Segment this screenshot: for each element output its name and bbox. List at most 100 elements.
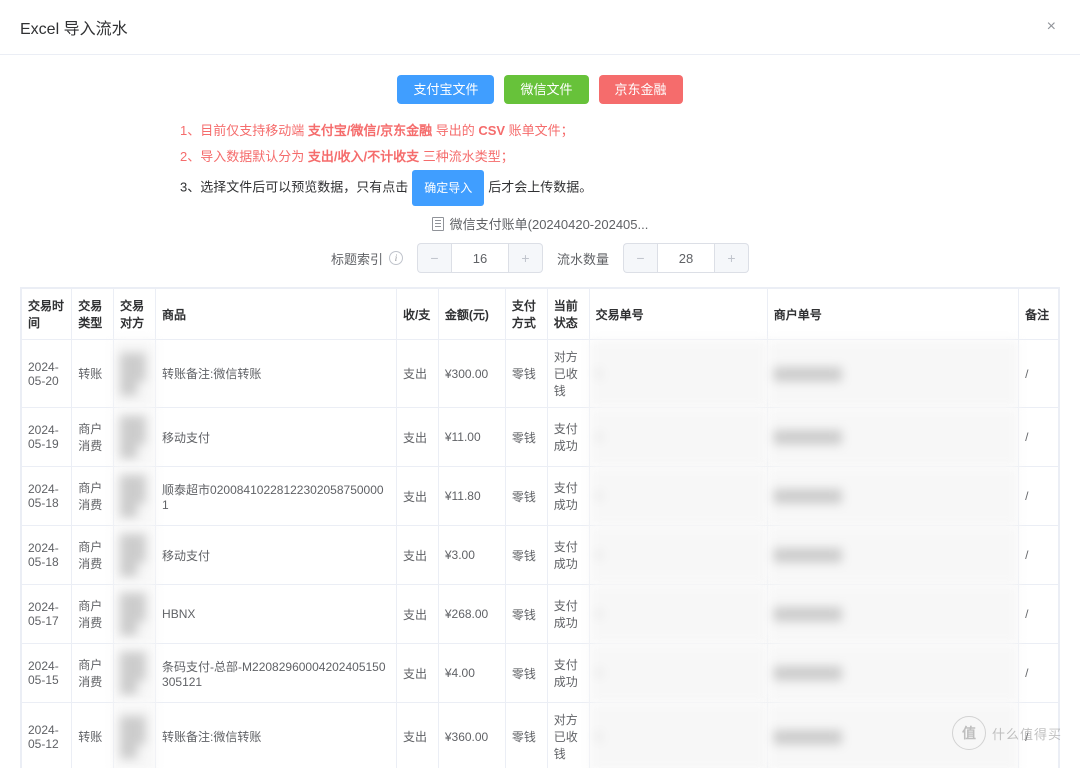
cell-goods: 移动支付 [156, 526, 397, 585]
wechat-file-button[interactable]: 微信文件 [504, 75, 588, 104]
cell-mxno: ████████ [767, 644, 1018, 703]
cell-status: 支付成功 [547, 526, 589, 585]
cell-party: ████████ [114, 526, 156, 585]
info-icon[interactable]: i [389, 251, 403, 265]
col-mxno-header: 商户单号 [767, 289, 1018, 340]
col-goods-header: 商品 [156, 289, 397, 340]
cell-status: 对方已收钱 [547, 340, 589, 408]
note-3: 3、选择文件后可以预览数据，只有点击确定导入后才会上传数据。 [180, 170, 900, 206]
cell-note: / [1019, 585, 1059, 644]
cell-time: 2024-05-19 [22, 408, 72, 467]
cell-mxno: ████████ [767, 467, 1018, 526]
file-icon [432, 217, 444, 231]
cell-txno: 4 [589, 408, 767, 467]
cell-goods: 顺泰超市020084102281223020587500001 [156, 467, 397, 526]
watermark-text: 什么值得买 [992, 724, 1062, 743]
cell-goods: 转账备注:微信转账 [156, 703, 397, 768]
modal-title: Excel 导入流水 [20, 15, 128, 39]
cell-mxno: ████████ [767, 526, 1018, 585]
note-2: 2、导入数据默认分为 支出/收入/不计收支 三种流水类型； [180, 144, 900, 170]
col-amount-header: 金额(元) [438, 289, 505, 340]
watermark-icon: 值 [952, 716, 986, 750]
cell-mxno: ████████ [767, 408, 1018, 467]
cell-goods: HBNX [156, 585, 397, 644]
cell-amount: ¥11.80 [438, 467, 505, 526]
cell-party: ████████ [114, 340, 156, 408]
count-input[interactable] [657, 243, 715, 273]
cell-mxno: ████████ [767, 585, 1018, 644]
cell-amount: ¥3.00 [438, 526, 505, 585]
cell-party: ████████ [114, 585, 156, 644]
cell-status: 支付成功 [547, 467, 589, 526]
cell-time: 2024-05-18 [22, 526, 72, 585]
file-type-buttons: 支付宝文件 微信文件 京东金融 [20, 75, 1060, 104]
cell-amount: ¥360.00 [438, 703, 505, 768]
count-minus[interactable]: − [623, 243, 657, 273]
controls-row: 标题索引 i − + 流水数量 − + [20, 243, 1060, 273]
alipay-file-button[interactable]: 支付宝文件 [397, 75, 494, 104]
cell-dir: 支出 [396, 467, 438, 526]
cell-type: 转账 [72, 703, 114, 768]
col-pay-header: 支付方式 [505, 289, 547, 340]
cell-note: / [1019, 340, 1059, 408]
table-row: 2024-05-20转账████████转账备注:微信转账支出¥300.00零钱… [22, 340, 1059, 408]
cell-type: 转账 [72, 340, 114, 408]
preview-table: 交易时间 交易类型 交易对方 商品 收/支 金额(元) 支付方式 当前状态 交易… [20, 287, 1060, 768]
cell-txno: 5 [589, 340, 767, 408]
cell-pay: 零钱 [505, 408, 547, 467]
cell-party: ████████ [114, 467, 156, 526]
cell-txno: 4 [589, 526, 767, 585]
cell-note: / [1019, 526, 1059, 585]
cell-dir: 支出 [396, 408, 438, 467]
cell-time: 2024-05-18 [22, 467, 72, 526]
col-party-header: 交易对方 [114, 289, 156, 340]
import-modal: Excel 导入流水 × 支付宝文件 微信文件 京东金融 1、目前仅支持移动端 … [0, 0, 1080, 768]
col-type-header: 交易类型 [72, 289, 114, 340]
confirm-import-button[interactable]: 确定导入 [412, 170, 484, 206]
modal-header: Excel 导入流水 × [0, 0, 1080, 55]
table-row: 2024-05-12转账████████转账备注:微信转账支出¥360.00零钱… [22, 703, 1059, 768]
cell-status: 支付成功 [547, 408, 589, 467]
cell-txno: 4 [589, 644, 767, 703]
count-stepper: − + [623, 243, 749, 273]
cell-party: ████████ [114, 408, 156, 467]
cell-txno: 4 [589, 585, 767, 644]
col-note-header: 备注 [1019, 289, 1059, 340]
title-index-input[interactable] [451, 243, 509, 273]
cell-type: 商户消费 [72, 526, 114, 585]
file-name-line: 微信支付账单(20240420-202405... [20, 214, 1060, 233]
title-index-minus[interactable]: − [417, 243, 451, 273]
title-index-label: 标题索引 i [331, 249, 403, 268]
jd-file-button[interactable]: 京东金融 [599, 75, 683, 104]
cell-dir: 支出 [396, 340, 438, 408]
cell-type: 商户消费 [72, 408, 114, 467]
cell-pay: 零钱 [505, 526, 547, 585]
cell-status: 支付成功 [547, 585, 589, 644]
col-status-header: 当前状态 [547, 289, 589, 340]
cell-pay: 零钱 [505, 340, 547, 408]
cell-note: / [1019, 467, 1059, 526]
cell-note: / [1019, 408, 1059, 467]
cell-time: 2024-05-15 [22, 644, 72, 703]
cell-goods: 移动支付 [156, 408, 397, 467]
close-icon[interactable]: × [1043, 19, 1060, 35]
note-1: 1、目前仅支持移动端 支付宝/微信/京东金融 导出的 CSV 账单文件； [180, 118, 900, 144]
title-index-stepper: − + [417, 243, 543, 273]
cell-amount: ¥4.00 [438, 644, 505, 703]
col-dir-header: 收/支 [396, 289, 438, 340]
file-name: 微信支付账单(20240420-202405... [450, 214, 649, 233]
table-row: 2024-05-18商户消费████████顺泰超市02008410228122… [22, 467, 1059, 526]
cell-pay: 零钱 [505, 467, 547, 526]
cell-pay: 零钱 [505, 644, 547, 703]
count-plus[interactable]: + [715, 243, 749, 273]
cell-time: 2024-05-20 [22, 340, 72, 408]
cell-pay: 零钱 [505, 585, 547, 644]
cell-time: 2024-05-17 [22, 585, 72, 644]
cell-type: 商户消费 [72, 585, 114, 644]
cell-amount: ¥268.00 [438, 585, 505, 644]
cell-party: ████████ [114, 703, 156, 768]
col-time-header: 交易时间 [22, 289, 72, 340]
table-row: 2024-05-15商户消费████████条码支付-总部-M220829600… [22, 644, 1059, 703]
cell-mxno: ████████ [767, 340, 1018, 408]
title-index-plus[interactable]: + [509, 243, 543, 273]
